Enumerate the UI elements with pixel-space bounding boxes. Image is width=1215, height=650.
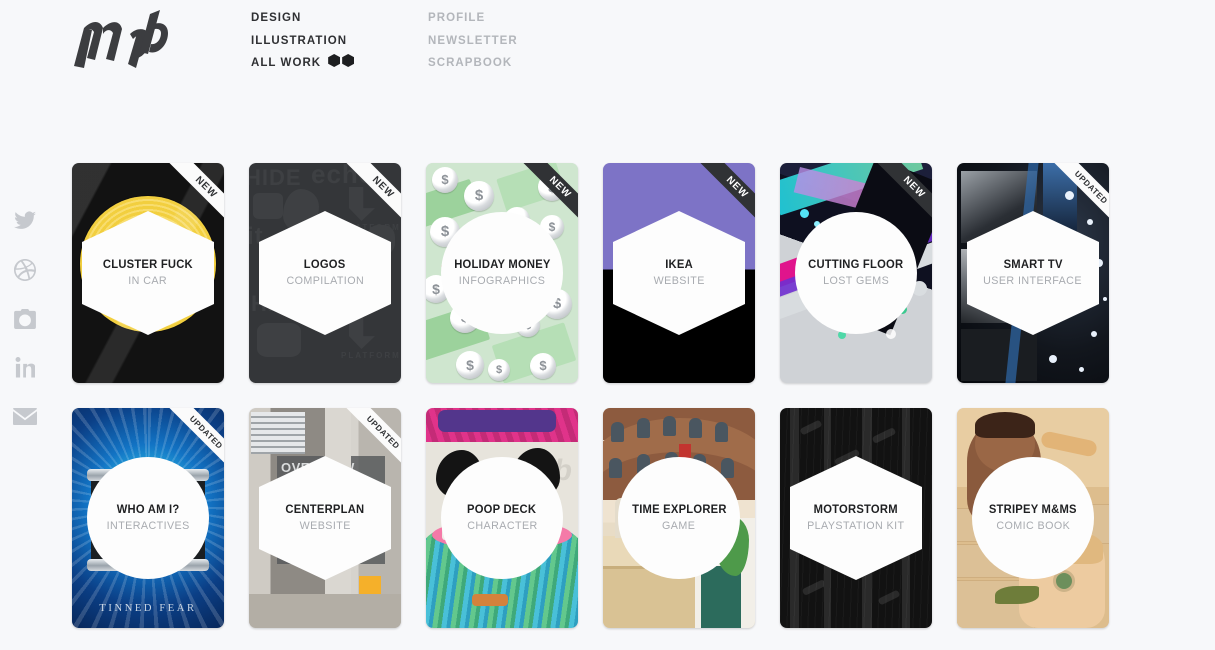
card-subtitle: LOST GEMS [822, 275, 890, 287]
dribbble-icon [14, 258, 36, 281]
card-title: LOGOS [304, 257, 346, 271]
nav-label: SCRAPBOOK [428, 57, 513, 69]
card-medallion: HOLIDAY MONEY INFOGRAPHICS [441, 212, 563, 334]
project-card[interactable]: OVERVIEW STOR UPDATED CENTERPLAN WEBSITE [249, 408, 401, 628]
card-title: STRIPEY M&MS [989, 502, 1077, 516]
site-header: DESIGN ILLUSTRATION ALL WORK PROFILE NEW… [0, 0, 1215, 140]
card-title: CLUSTER FUCK [103, 257, 193, 271]
card-medallion: CUTTING FLOOR LOST GEMS [795, 212, 917, 334]
card-subtitle: PLAYSTATION KIT [807, 520, 905, 532]
card-title: WHO AM I? [116, 502, 180, 516]
card-medallion: POOP DECK CHARACTER [441, 457, 563, 579]
project-card[interactable]: NEW IKEA WEBSITE [603, 163, 755, 383]
card-subtitle: COMPILATION [286, 275, 364, 287]
social-link-instagram[interactable] [11, 294, 39, 343]
project-card[interactable]: $ $ $ $ $ $ $ $ $ $ $ $ $ $ NEW HOLIDAY … [426, 163, 578, 383]
nav-item-illustration[interactable]: ILLUSTRATION [251, 30, 354, 53]
social-rail [10, 196, 40, 441]
instagram-icon [14, 308, 36, 329]
card-title: SMART TV [1003, 257, 1063, 271]
social-link-dribbble[interactable] [11, 245, 39, 294]
primary-nav: DESIGN ILLUSTRATION ALL WORK [251, 7, 355, 76]
nav-item-profile[interactable]: PROFILE [428, 7, 518, 30]
email-icon [13, 408, 37, 425]
secondary-nav: PROFILE NEWSLETTER SCRAPBOOK [428, 7, 518, 75]
logo-mark [74, 10, 168, 68]
project-card[interactable]: NEW CLUSTER FUCK IN CAR [72, 163, 224, 383]
card-subtitle: IN CAR [128, 275, 168, 287]
card-subtitle: GAME [662, 520, 696, 532]
twitter-icon [14, 211, 36, 229]
nav-item-scrapbook[interactable]: SCRAPBOOK [428, 52, 518, 75]
social-link-linkedin[interactable] [11, 343, 39, 392]
card-art-caption: TINNED FEAR [99, 603, 197, 614]
card-subtitle: INFOGRAPHICS [458, 275, 546, 287]
card-subtitle: CHARACTER [466, 520, 538, 532]
card-title: HOLIDAY MONEY [453, 257, 551, 271]
project-card[interactable]: HIDE echo HIDE om it PLATFORM PLATFORM N… [249, 163, 401, 383]
card-medallion: WHO AM I? INTERACTIVES [87, 457, 209, 579]
project-card[interactable]: TINNED FEAR UPDATED WHO AM I? INTERACTIV… [72, 408, 224, 628]
card-title: TIME EXPLORER [631, 502, 727, 516]
project-card[interactable]: NEW CUTTING FLOOR LOST GEMS [780, 163, 932, 383]
linkedin-icon [15, 357, 35, 378]
card-title: POOP DECK [467, 502, 537, 516]
active-marker-icon [326, 53, 355, 76]
project-grid: NEW CLUSTER FUCK IN CAR HIDE echo HIDE o… [72, 163, 1112, 628]
social-link-twitter[interactable] [11, 196, 39, 245]
nav-label: ALL WORK [251, 57, 322, 69]
social-link-email[interactable] [11, 392, 39, 441]
project-card[interactable]: MOTORSTORM PLAYSTATION KIT [780, 408, 932, 628]
card-title: CENTERPLAN [285, 502, 365, 516]
nav-label: ILLUSTRATION [251, 34, 348, 47]
card-title: MOTORSTORM [813, 502, 899, 516]
project-card[interactable]: STRIPEY M&MS COMIC BOOK [957, 408, 1109, 628]
nav-label: DESIGN [251, 12, 302, 24]
card-subtitle: USER INTERFACE [983, 275, 1083, 287]
project-card[interactable]: mpb POOP DECK CHARACTER [426, 408, 578, 628]
nav-label: NEWSLETTER [428, 34, 518, 47]
site-logo[interactable] [70, 8, 180, 78]
project-card[interactable]: TIME EXPLORER GAME [603, 408, 755, 628]
card-medallion: STRIPEY M&MS COMIC BOOK [972, 457, 1094, 579]
card-title: IKEA [665, 257, 693, 271]
card-subtitle: WEBSITE [653, 275, 705, 287]
card-subtitle: INTERACTIVES [106, 520, 190, 532]
card-title: CUTTING FLOOR [808, 257, 904, 271]
nav-label: PROFILE [428, 12, 486, 24]
nav-item-newsletter[interactable]: NEWSLETTER [428, 30, 518, 53]
project-card[interactable]: UPDATED SMART TV USER INTERFACE [957, 163, 1109, 383]
card-subtitle: COMIC BOOK [996, 520, 1070, 532]
nav-item-all-work[interactable]: ALL WORK [251, 52, 355, 76]
nav-item-design[interactable]: DESIGN [251, 7, 354, 30]
card-medallion: TIME EXPLORER GAME [618, 457, 740, 579]
card-subtitle: WEBSITE [299, 520, 351, 532]
